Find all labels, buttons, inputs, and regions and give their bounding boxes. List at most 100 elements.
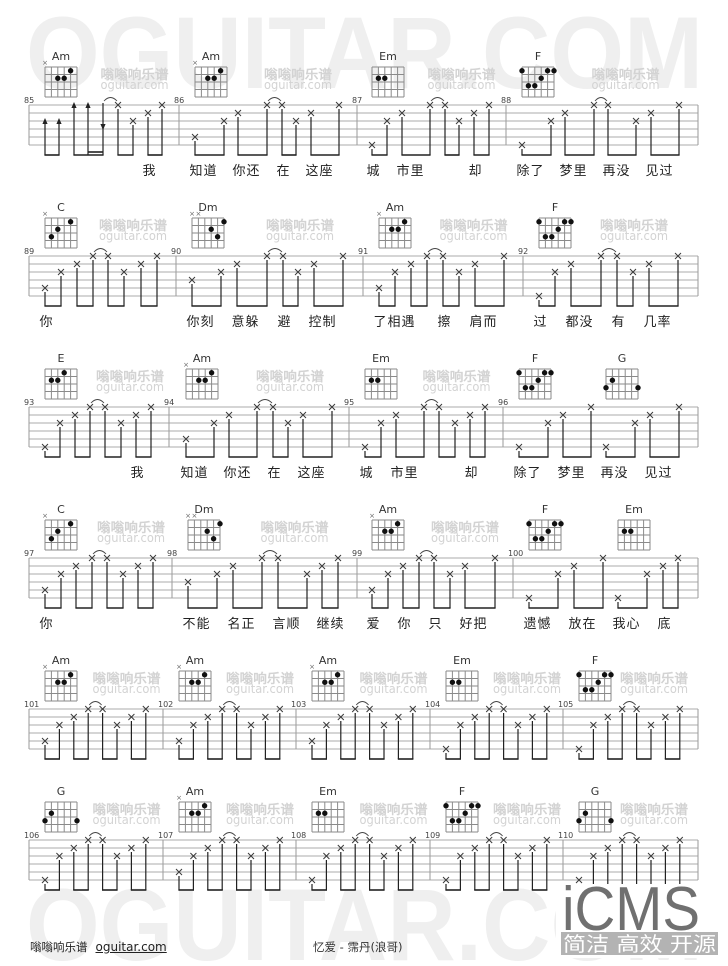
muted-string-mark: × (183, 361, 189, 369)
site-watermark: 嗡嗡响乐谱oguitar.com (266, 218, 334, 243)
finger-dot (48, 536, 55, 542)
measure-number: 102 (158, 700, 173, 709)
finger-dot (536, 219, 542, 225)
finger-dot (388, 528, 394, 534)
chord-name: Am (52, 654, 70, 667)
tie (88, 701, 102, 706)
tie (262, 550, 278, 555)
chord-diagram: G (42, 785, 80, 833)
site-watermark-en: oguitar.com (226, 682, 294, 696)
finger-dot (195, 810, 201, 816)
footer-site-name: 嗡嗡响乐谱 (30, 940, 88, 954)
finger-dot (382, 75, 388, 81)
measure-number: 88 (501, 96, 511, 105)
chord-name: Em (379, 50, 397, 63)
finger-dot (595, 679, 601, 685)
finger-dot (74, 818, 80, 824)
chord-grid (605, 368, 639, 400)
lyric: 在 (277, 164, 291, 179)
lyric: 你还 (224, 466, 252, 481)
tie (355, 701, 369, 706)
lyric: 梦里 (558, 466, 586, 481)
site-watermark-en: oguitar.com (431, 531, 499, 545)
tie (601, 248, 617, 253)
finger-dot (541, 370, 548, 376)
footer-site-link[interactable]: oguitar.com (96, 940, 167, 954)
finger-dot (582, 810, 589, 816)
site-watermark-en: oguitar.com (264, 78, 332, 92)
lyric: 你刻 (187, 315, 215, 330)
lyric: 有 (612, 315, 626, 330)
chord-name: Em (319, 785, 337, 798)
tab-system: 101 Am × 102 Am × 103 Am × 104 Em 105 F (24, 654, 699, 760)
chord-name: Am (379, 503, 397, 516)
lyric: 却 (469, 164, 483, 179)
chord-name: F (535, 50, 541, 63)
tie (419, 550, 434, 555)
lyric: 不能 (183, 617, 211, 632)
site-watermark: 嗡嗡响乐谱oguitar.com (99, 218, 167, 243)
finger-dot (609, 377, 616, 383)
site-watermark: 嗡嗡响乐谱oguitar.com (226, 671, 294, 696)
measure-number: 104 (425, 700, 440, 709)
finger-dot (217, 521, 223, 527)
lyric: 除了 (514, 466, 542, 481)
song-title: 忆爱 - 霈丹(浪哥) (313, 940, 403, 954)
finger-dot (48, 377, 55, 383)
finger-dot (67, 219, 74, 225)
finger-dot (603, 385, 609, 391)
measure-number: 99 (352, 549, 362, 558)
chord-grid (445, 670, 479, 702)
site-watermark: 嗡嗡响乐谱oguitar.com (592, 67, 660, 92)
chord-diagram: Am × (369, 503, 405, 551)
tie (489, 832, 503, 837)
finger-dot (214, 234, 221, 240)
chord-diagram: F (526, 503, 564, 551)
chord-name: F (542, 503, 548, 516)
measure-number: 107 (158, 831, 173, 840)
measure-number: 110 (558, 831, 573, 840)
site-watermark-en: oguitar.com (226, 813, 294, 827)
chord-diagram: F (443, 785, 481, 833)
lyric: 避 (278, 315, 292, 330)
chord-name: Am (193, 352, 211, 365)
lyric: 几率 (644, 314, 672, 330)
chord-diagram: Am × (176, 785, 212, 833)
chord-grid (578, 801, 612, 833)
chord-name: E (58, 352, 65, 365)
finger-dot (328, 679, 334, 685)
finger-dot (211, 75, 217, 81)
finger-dot (315, 810, 322, 816)
chord-diagram: Em (364, 352, 398, 400)
finger-dot (61, 679, 67, 685)
tie (222, 701, 236, 706)
finger-dot (210, 536, 217, 542)
site-watermark: 嗡嗡响乐谱oguitar.com (101, 67, 169, 92)
finger-dot (217, 68, 224, 74)
finger-dot (551, 521, 558, 527)
finger-dot (55, 377, 61, 383)
site-watermark: 嗡嗡响乐谱oguitar.com (360, 671, 428, 696)
lyric: 继续 (317, 617, 345, 632)
finger-dot (395, 226, 401, 232)
chord-name: F (552, 201, 558, 214)
chord-name: Am (386, 201, 404, 214)
chord-name: Em (625, 503, 643, 516)
lyric: 市里 (391, 465, 419, 481)
finger-dot (201, 672, 208, 678)
chord-diagram: F (576, 654, 614, 702)
lyric: 擦 (438, 315, 452, 330)
measure: 105 F (558, 654, 684, 760)
site-watermark: 嗡嗡响乐谱oguitar.com (620, 671, 688, 696)
site-watermark-en: oguitar.com (360, 813, 428, 827)
icms-slogan: 简洁 高效 开源 (563, 932, 716, 956)
finger-dot (368, 377, 375, 383)
tie (489, 701, 503, 706)
chord-diagram: C× (42, 201, 78, 249)
chord-name: Am (52, 50, 70, 63)
lyric: 再没 (603, 164, 631, 179)
finger-dot (608, 672, 614, 678)
site-watermark: 嗡嗡响乐谱oguitar.com (264, 67, 332, 92)
finger-dot (462, 810, 468, 816)
finger-dot (201, 803, 208, 809)
